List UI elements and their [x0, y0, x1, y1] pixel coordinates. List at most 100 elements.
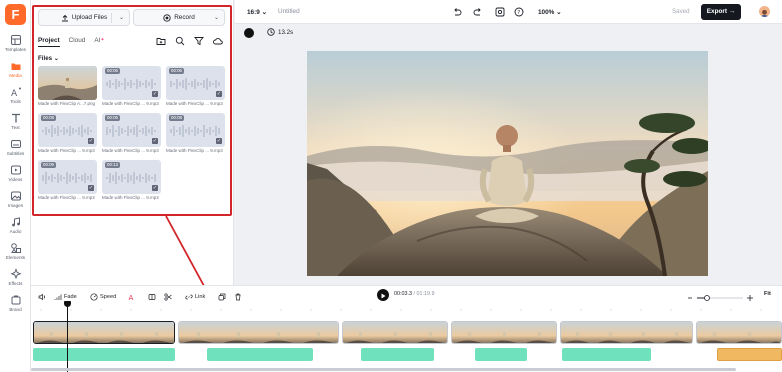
media-tabs: Project Cloud AI✦: [38, 37, 105, 47]
media-tile-audio[interactable]: 00:05 ✓: [102, 113, 161, 147]
video-clip[interactable]: [342, 321, 448, 344]
tab-cloud[interactable]: Cloud: [69, 37, 86, 47]
split-button[interactable]: [148, 293, 156, 301]
sidebar-item-brand[interactable]: Brand: [0, 292, 31, 318]
video-clip[interactable]: [178, 321, 339, 344]
export-button[interactable]: Export →: [701, 4, 741, 20]
tab-project[interactable]: Project: [38, 37, 60, 47]
cloud-icon[interactable]: [213, 36, 223, 46]
sidebar-item-label: Tools: [10, 99, 21, 104]
trash-icon: [235, 293, 241, 301]
media-tile-audio[interactable]: 00:08 ✓: [166, 113, 225, 147]
audio-clip[interactable]: [475, 348, 527, 361]
audio-clip[interactable]: [361, 348, 434, 361]
sidebar-item-label: Brand: [9, 307, 22, 312]
sidebar-item-images[interactable]: Images: [0, 188, 31, 214]
sidebar-item-effects[interactable]: Effects: [0, 266, 31, 292]
duplicate-button[interactable]: [218, 293, 226, 301]
video-clip[interactable]: [33, 321, 175, 344]
video-clip[interactable]: [560, 321, 693, 344]
checkbox-icon[interactable]: ✓: [88, 138, 94, 144]
sidebar-item-label: Videos: [8, 177, 23, 182]
sidebar-item-tools[interactable]: A Tools: [0, 84, 31, 110]
fade-button[interactable]: Fade: [54, 293, 77, 301]
svg-text:A: A: [129, 294, 134, 301]
checkbox-icon[interactable]: ✓: [152, 185, 158, 191]
media-tile-image[interactable]: [38, 66, 97, 100]
sidebar-item-subtitles[interactable]: Subtitles: [0, 136, 31, 162]
playhead[interactable]: [64, 301, 71, 372]
undo-icon[interactable]: [452, 7, 462, 17]
chevron-down-icon[interactable]: ⌄: [119, 14, 124, 21]
aspect-ratio-dropdown[interactable]: 16:9 ⌄: [247, 8, 267, 16]
sidebar-item-label: Text: [11, 125, 20, 130]
new-folder-icon[interactable]: [156, 36, 166, 46]
tab-ai[interactable]: AI✦: [94, 37, 104, 47]
media-tile-audio[interactable]: 00:08 ✓: [38, 113, 97, 147]
chevron-down-icon: ⌄: [53, 56, 59, 62]
video-preview-canvas[interactable]: [307, 51, 708, 276]
subtitles-icon: [10, 140, 21, 148]
fade-icon: [54, 294, 62, 300]
scene-duration[interactable]: 13.2s: [267, 28, 293, 36]
ai-tool-button[interactable]: A: [128, 293, 136, 301]
audio-clip-selected[interactable]: [717, 348, 782, 361]
fit-button[interactable]: Fit: [764, 291, 771, 297]
file-caption: Made with FlexClip ... 9.mp3: [38, 148, 95, 153]
record-button[interactable]: Record ⌄: [133, 9, 225, 26]
delete-button[interactable]: [234, 293, 242, 301]
sidebar-item-label: Images: [7, 203, 24, 208]
sidebar-item-elements[interactable]: Elements: [0, 240, 31, 266]
checkbox-icon[interactable]: ✓: [88, 185, 94, 191]
sidebar-item-label: Templates: [5, 47, 26, 52]
link-button[interactable]: Link: [185, 293, 205, 301]
play-button[interactable]: [377, 289, 389, 301]
timecode: 00:03.3 / 01:19.9: [394, 291, 435, 297]
sidebar-item-videos[interactable]: Videos: [0, 162, 31, 188]
sidebar-item-media[interactable]: Media: [0, 58, 31, 84]
timeline-zoom-slider[interactable]: [687, 290, 755, 301]
upload-files-label: Upload Files: [71, 14, 108, 21]
sidebar-item-text[interactable]: Text: [0, 110, 31, 136]
upload-files-button[interactable]: Upload Files ⌄: [38, 9, 130, 26]
media-tile-audio[interactable]: 00:06 ✓: [166, 66, 225, 100]
media-tile-audio[interactable]: 00:09 ✓: [38, 160, 97, 194]
duplicate-icon: [218, 293, 226, 301]
avatar[interactable]: [759, 6, 770, 17]
help-icon[interactable]: ?: [514, 7, 524, 17]
checkbox-icon[interactable]: ✓: [216, 138, 222, 144]
checkbox-icon[interactable]: ✓: [152, 91, 158, 97]
sidebar-item-templates[interactable]: Templates: [0, 32, 31, 58]
clip-thumbnails: [179, 322, 338, 343]
audio-clip[interactable]: [207, 348, 313, 361]
scissors-icon: [164, 293, 172, 301]
chevron-down-icon[interactable]: ⌄: [214, 14, 219, 21]
waveform-icon: [42, 172, 92, 184]
project-title[interactable]: Untitled: [278, 8, 300, 15]
redo-icon[interactable]: [473, 7, 483, 17]
timeline-scrollbar[interactable]: [31, 368, 736, 371]
video-clip[interactable]: [696, 321, 782, 344]
audio-clip[interactable]: [33, 348, 175, 361]
cut-button[interactable]: [164, 293, 172, 301]
media-tile-audio[interactable]: 00:13 ✓: [102, 160, 161, 194]
duration-badge: 00:06: [169, 68, 184, 74]
video-clip[interactable]: [451, 321, 557, 344]
checkbox-icon[interactable]: ✓: [216, 91, 222, 97]
zoom-dropdown[interactable]: 100% ⌄: [538, 8, 562, 16]
filter-icon[interactable]: [194, 36, 204, 46]
arrow-right-icon: →: [728, 8, 736, 15]
speed-button[interactable]: Speed: [90, 293, 116, 301]
volume-button[interactable]: [38, 293, 46, 301]
background-color-swatch[interactable]: [244, 28, 254, 38]
screenshot-icon[interactable]: [495, 7, 505, 17]
audio-clip[interactable]: [562, 348, 651, 361]
files-folder-label[interactable]: Files ⌄: [38, 55, 59, 62]
media-tile-audio[interactable]: 00:06 ✓: [102, 66, 161, 100]
chevron-down-icon: ⌄: [556, 9, 562, 16]
search-icon[interactable]: [175, 36, 185, 46]
sidebar-item-label: Audio: [9, 229, 22, 234]
effects-icon: [9, 268, 22, 280]
checkbox-icon[interactable]: ✓: [152, 138, 158, 144]
sidebar-item-audio[interactable]: Audio: [0, 214, 31, 240]
